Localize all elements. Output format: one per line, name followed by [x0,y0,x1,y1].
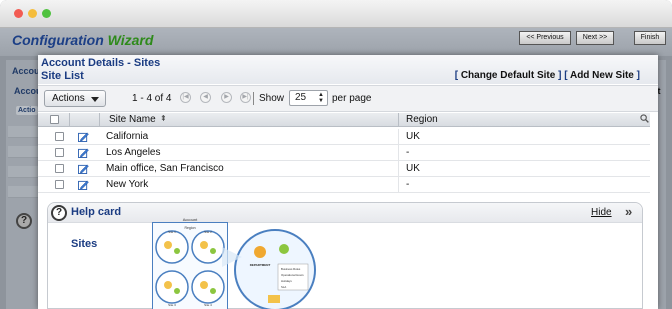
diagram-menu-item: Business Rules [281,267,301,271]
pager-text: 1 - 4 of 4 [132,93,172,104]
diagram-menu-item: Operational Hours [281,273,304,277]
wizard-title-accent: Wizard [107,32,154,48]
help-card-title: Help card [71,206,122,218]
column-divider [398,161,399,177]
double-chevron-right-icon[interactable]: » [625,204,632,219]
wizard-title: Configuration Wizard [12,32,153,48]
region-cell: - [406,147,410,158]
close-window-icon[interactable] [14,9,23,18]
row-checkbox[interactable] [55,180,64,189]
column-header-site-name[interactable]: Site Name [109,114,156,125]
window-titlebar [0,0,672,28]
background-label: Accou [12,66,40,76]
column-divider [398,113,399,127]
stepper-arrows-icon: ▲ ▼ [318,92,324,104]
wizard-title-main: Configuration [12,32,104,48]
minimize-window-icon[interactable] [28,9,37,18]
edit-icon[interactable] [78,180,89,190]
actions-dropdown[interactable]: Actions [44,90,106,107]
diagram-menu-item: Holidays [281,279,292,283]
actions-label: Actions [52,93,85,104]
column-divider [398,177,399,193]
site-name-cell: New York [106,179,149,190]
finish-button[interactable]: Finish [634,31,666,45]
background-row [8,126,38,138]
column-divider [69,113,70,127]
previous-button[interactable]: << Previous [519,31,571,45]
edit-icon[interactable] [78,148,89,158]
next-page-icon[interactable]: ▶ [221,92,232,103]
diagram-region-label: Region [184,226,195,230]
table-row[interactable]: New York - [38,177,650,193]
table-header: Site Name ⇞ Region [38,113,650,127]
hide-help-link[interactable]: Hide [591,207,612,218]
bracket: ] [558,70,562,81]
help-card-header: ? Help card Hide » [48,203,642,223]
bracket: ] [636,70,640,81]
help-section-label: Sites [71,238,98,250]
diagram-site-label: Site 3 [168,303,176,307]
site-name-cell: California [106,131,149,142]
toolbar-divider [253,92,254,105]
background-row [8,186,38,198]
diagram-site-label: Site 1 [168,230,176,234]
dialog-title: Account Details - Sites [41,57,161,69]
select-all-checkbox[interactable] [50,115,59,124]
region-cell: UK [406,131,420,142]
row-checkbox[interactable] [55,132,64,141]
next-button[interactable]: Next >> [576,31,614,45]
dialog-links: [ Change Default Site ] [ Add New Site ] [455,70,640,81]
background-row [8,166,38,178]
row-checkbox[interactable] [55,148,64,157]
help-icon: ? [51,205,67,221]
last-page-icon[interactable]: ▶| [240,92,251,103]
table-row[interactable]: Los Angeles - [38,145,650,161]
background-row [8,146,38,158]
edit-icon[interactable] [78,132,89,142]
table-row[interactable]: California UK [38,129,650,145]
per-page-label: per page [332,93,372,104]
row-checkbox[interactable] [55,164,64,173]
background-help-icon: ? [16,213,32,229]
add-new-site-link[interactable]: Add New Site [570,70,634,81]
site-list-dialog: Account Details - Sites Site List [ Chan… [38,55,658,309]
column-divider [398,129,399,145]
page-size-select[interactable]: 25 ▲ ▼ [289,90,328,106]
column-header-region[interactable]: Region [406,114,438,125]
diagram-account-label: Account [183,217,198,222]
show-label: Show [259,93,285,104]
sort-icon[interactable]: ⇞ [160,114,167,123]
table-row[interactable]: Main office, San Francisco UK [38,161,650,177]
maximize-window-icon[interactable] [42,9,51,18]
help-card: ? Help card Hide » Sites Account Region … [47,202,643,309]
previous-page-icon[interactable]: ◀ [200,92,211,103]
app-window: Configuration Wizard << Previous Next >>… [0,0,672,309]
page-size-value: 25 [295,92,307,103]
edit-icon[interactable] [78,164,89,174]
site-name-cell: Los Angeles [106,147,161,158]
first-page-icon[interactable]: |◀ [180,92,191,103]
site-name-cell: Main office, San Francisco [106,163,224,174]
background-actions-button: Actio [16,106,38,115]
search-icon[interactable] [640,114,649,123]
grid-toolbar: Actions 1 - 4 of 4 |◀ ◀ ▶ ▶| Show 25 ▲ ▼ … [38,85,658,112]
region-cell: UK [406,163,420,174]
bracket: [ [564,70,568,81]
diagram-department-label: DEPARTMENT [250,263,271,267]
change-default-site-link[interactable]: Change Default Site [461,70,555,81]
site-list-title: Site List [41,70,84,82]
sites-help-diagram: Account Region Site 1 Site 2 Site 3 Site… [152,217,316,309]
column-divider [398,145,399,161]
diagram-site-label: Site 4 [204,303,212,307]
diagram-menu-item: SLA [281,285,286,289]
region-cell: - [406,179,410,190]
bracket: [ [454,70,459,81]
column-divider [99,113,100,127]
caret-down-icon [91,97,99,102]
diagram-site-label: Site 2 [204,230,212,234]
